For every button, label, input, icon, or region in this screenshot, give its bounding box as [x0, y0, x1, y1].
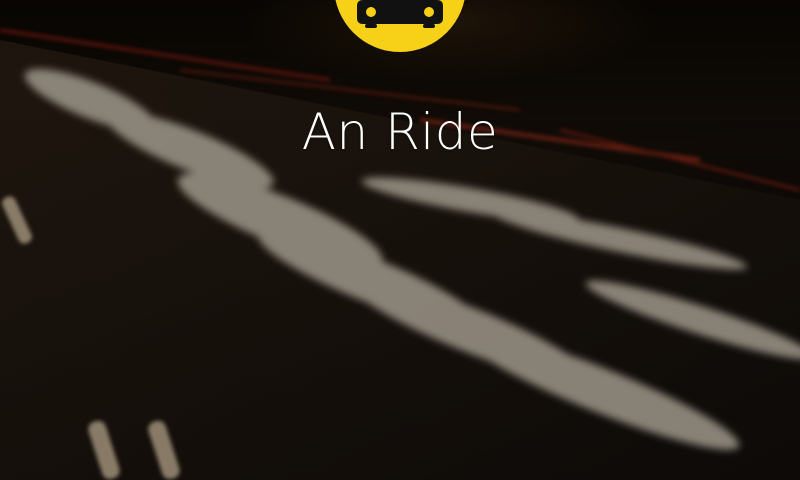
app-title: An Ride	[301, 103, 499, 161]
night-traffic-background	[0, 0, 800, 480]
background-dim-overlay	[0, 0, 800, 480]
car-icon	[357, 0, 443, 28]
splash-screen: An Ride	[0, 0, 800, 480]
